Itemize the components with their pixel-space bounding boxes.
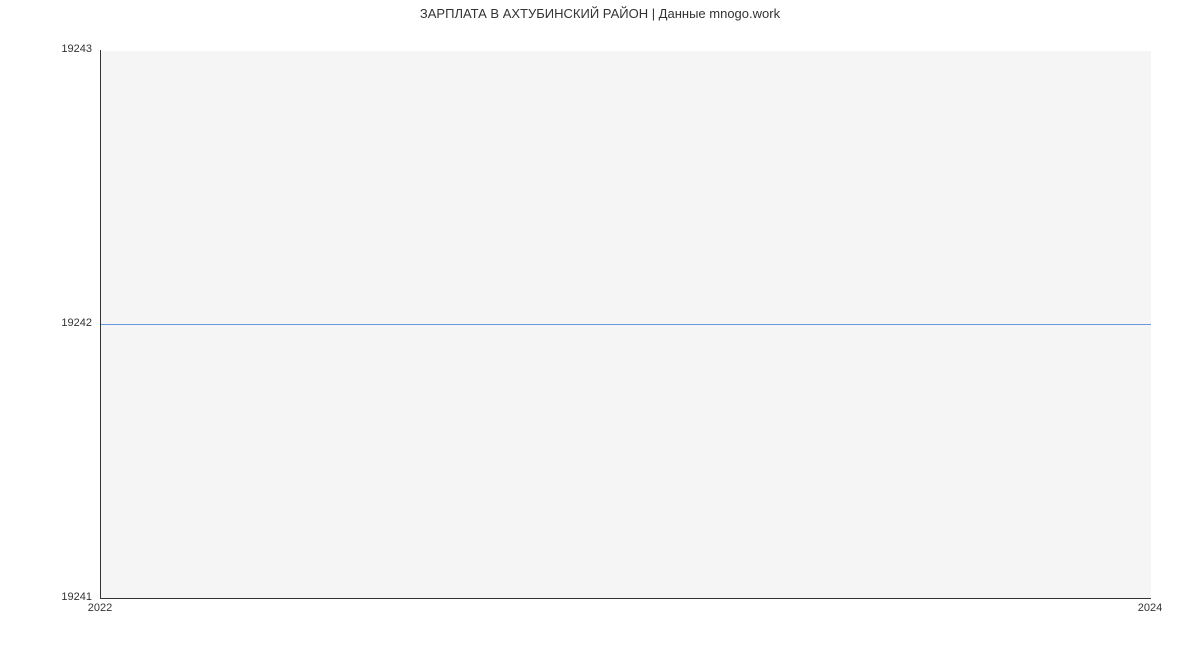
y-tick-label: 19243 [32, 43, 92, 55]
plot-area [100, 50, 1151, 599]
x-tick-label: 2024 [1130, 602, 1170, 614]
series-line [101, 324, 1151, 325]
y-tick-label: 19242 [32, 317, 92, 329]
chart-title: ЗАРПЛАТА В АХТУБИНСКИЙ РАЙОН | Данные mn… [0, 6, 1200, 21]
x-tick-label: 2022 [80, 602, 120, 614]
gridline [101, 50, 1151, 51]
